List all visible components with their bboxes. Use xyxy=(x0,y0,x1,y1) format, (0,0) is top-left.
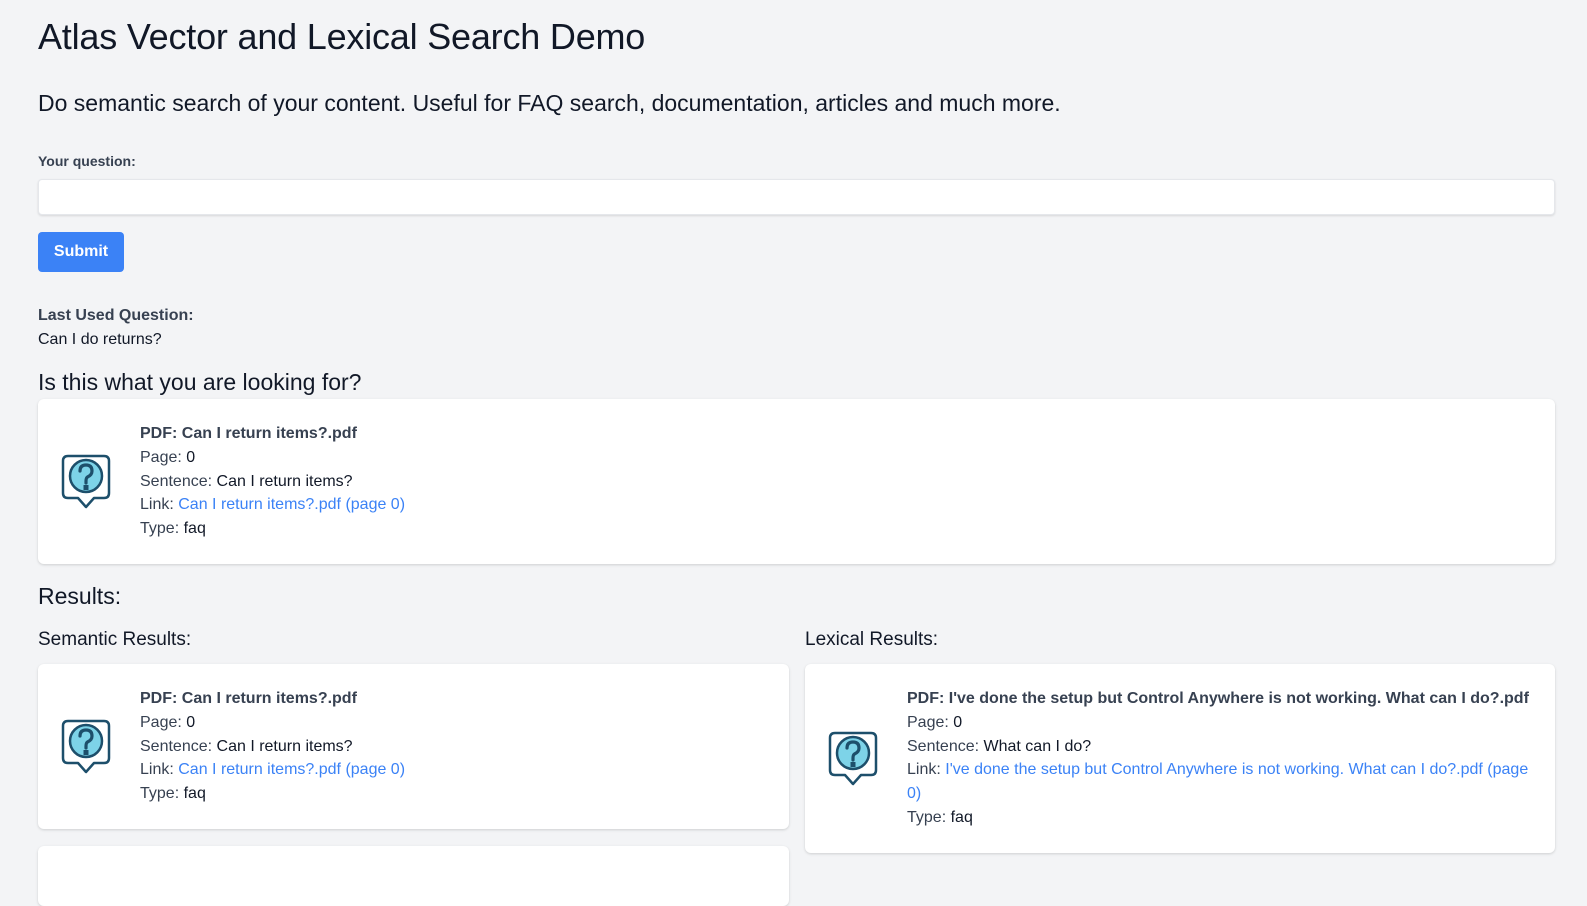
faq-question-bubble-icon xyxy=(827,730,879,790)
result-info: PDF: Can I return items?.pdf Page: 0 Sen… xyxy=(140,422,1535,541)
result-info: PDF: I've done the setup but Control Any… xyxy=(907,687,1535,830)
page-value: 0 xyxy=(186,713,196,731)
page-line: Page: 0 xyxy=(140,711,769,735)
pdf-line: PDF: Can I return items?.pdf xyxy=(140,422,1535,446)
last-used-question-value: Can I do returns? xyxy=(38,331,162,348)
page-label: Page: xyxy=(907,713,949,731)
type-line: Type: faq xyxy=(907,806,1535,830)
pdf-label: PDF: xyxy=(140,425,178,442)
sentence-line: Sentence: Can I return items? xyxy=(140,470,1535,494)
semantic-results-heading: Semantic Results: xyxy=(38,629,192,650)
question-label: Your question: xyxy=(38,153,136,169)
page-value: 0 xyxy=(186,448,196,466)
sentence-line: Sentence: What can I do? xyxy=(907,735,1535,759)
type-value: faq xyxy=(183,520,206,538)
sentence-label: Sentence: xyxy=(907,737,980,755)
lexical-results-heading: Lexical Results: xyxy=(805,629,939,650)
pdf-name: I've done the setup but Control Anywhere… xyxy=(948,690,1529,707)
sentence-line: Sentence: Can I return items? xyxy=(140,735,769,759)
last-used-question-label: Last Used Question: xyxy=(38,307,194,324)
results-heading: Results: xyxy=(38,583,122,609)
pdf-name: Can I return items?.pdf xyxy=(181,690,357,707)
link-label: Link: xyxy=(140,496,174,514)
type-label: Type: xyxy=(140,520,180,538)
type-value: faq xyxy=(950,808,973,826)
pdf-link[interactable]: Can I return items?.pdf (page 0) xyxy=(178,761,405,778)
page-line: Page: 0 xyxy=(140,446,1535,470)
sentence-label: Sentence: xyxy=(140,472,213,490)
type-line: Type: faq xyxy=(140,517,1535,541)
link-line: Link: I've done the setup but Control An… xyxy=(907,758,1535,806)
pdf-line: PDF: I've done the setup but Control Any… xyxy=(907,687,1535,711)
link-label: Link: xyxy=(907,761,941,779)
type-label: Type: xyxy=(140,785,180,803)
pdf-name: Can I return items?.pdf xyxy=(181,425,357,442)
faq-question-bubble-icon xyxy=(60,453,112,513)
question-input[interactable] xyxy=(38,179,1555,215)
faq-question-bubble-icon xyxy=(60,718,112,778)
top-match-card: PDF: Can I return items?.pdf Page: 0 Sen… xyxy=(38,399,1555,564)
pdf-label: PDF: xyxy=(907,690,945,707)
pdf-link[interactable]: I've done the setup but Control Anywhere… xyxy=(907,761,1528,802)
link-label: Link: xyxy=(140,761,174,779)
result-info: PDF: Can I return items?.pdf Page: 0 Sen… xyxy=(140,687,769,806)
sentence-value: Can I return items? xyxy=(216,737,353,755)
sentence-label: Sentence: xyxy=(140,737,213,755)
type-label: Type: xyxy=(907,808,947,826)
type-value: faq xyxy=(183,785,206,803)
pdf-line: PDF: Can I return items?.pdf xyxy=(140,687,769,711)
page-title: Atlas Vector and Lexical Search Demo xyxy=(38,16,646,57)
top-match-heading: Is this what you are looking for? xyxy=(38,369,362,395)
pdf-label: PDF: xyxy=(140,690,178,707)
pdf-link[interactable]: Can I return items?.pdf (page 0) xyxy=(178,496,405,513)
page-line: Page: 0 xyxy=(907,711,1535,735)
link-line: Link: Can I return items?.pdf (page 0) xyxy=(140,493,1535,517)
page-subtitle: Do semantic search of your content. Usef… xyxy=(38,90,1061,116)
lexical-result-card: PDF: I've done the setup but Control Any… xyxy=(805,664,1555,853)
semantic-result-card-next xyxy=(38,846,789,906)
page-label: Page: xyxy=(140,448,182,466)
sentence-value: Can I return items? xyxy=(216,472,353,490)
semantic-result-card: PDF: Can I return items?.pdf Page: 0 Sen… xyxy=(38,664,789,829)
page-value: 0 xyxy=(953,713,963,731)
sentence-value: What can I do? xyxy=(983,737,1092,755)
page-label: Page: xyxy=(140,713,182,731)
type-line: Type: faq xyxy=(140,782,769,806)
link-line: Link: Can I return items?.pdf (page 0) xyxy=(140,758,769,782)
submit-button[interactable]: Submit xyxy=(38,232,124,272)
